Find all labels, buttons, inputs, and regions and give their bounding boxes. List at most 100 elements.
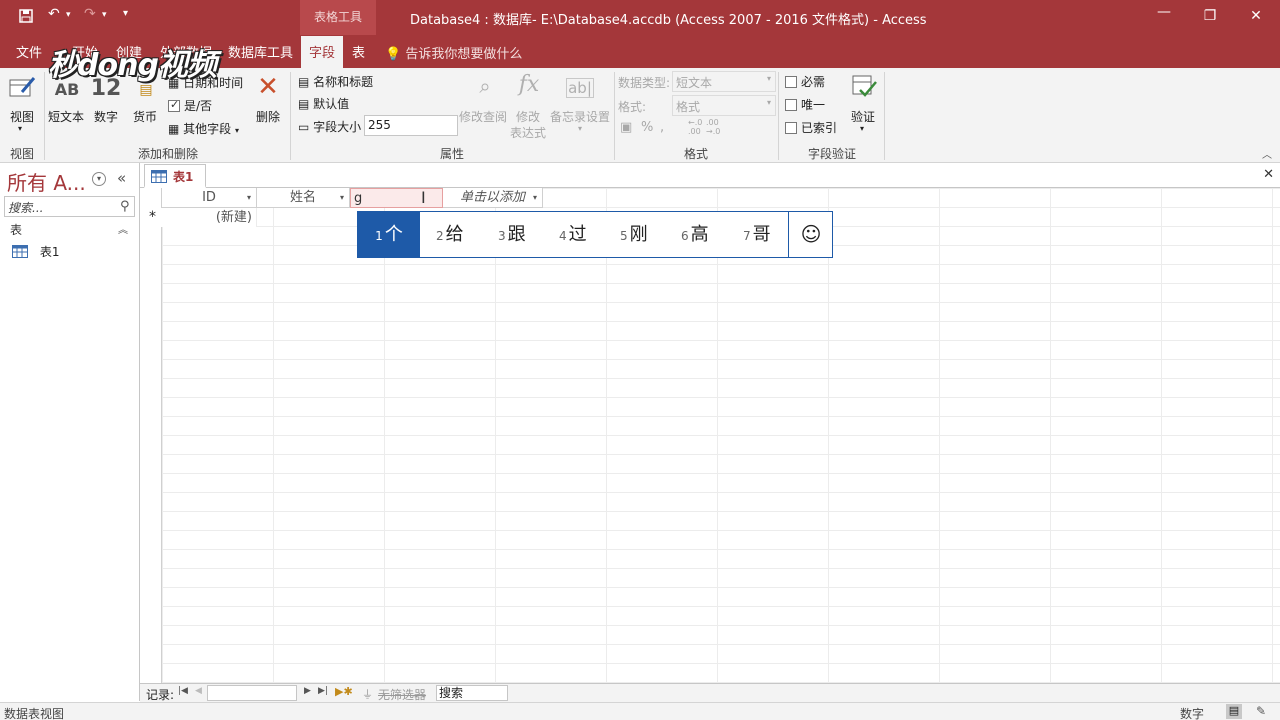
yesno-button[interactable]: 是/否 [168, 97, 212, 114]
nav-section-tables[interactable]: 表 [10, 221, 22, 238]
validation-icon[interactable] [850, 72, 878, 106]
new-record-icon[interactable]: ▶✱ [335, 685, 353, 698]
short-text-button[interactable]: 短文本 [48, 108, 84, 125]
candidate-text: 刚 [629, 224, 648, 245]
nav-item-table1[interactable]: 表1 [12, 243, 59, 261]
tab-database-tools[interactable]: 数据库工具 [228, 42, 293, 61]
restore-icon[interactable]: ❐ [1200, 8, 1220, 24]
group-separator [614, 72, 615, 160]
tell-me-label: 告诉我你想要做什么 [405, 47, 523, 62]
new-row-id-cell[interactable]: (新建) [162, 208, 257, 227]
close-icon[interactable]: ✕ [1246, 8, 1266, 24]
column-header-id[interactable]: ID ▾ [162, 188, 257, 208]
next-record-icon[interactable]: ▶ [304, 686, 311, 696]
datasheet-grid[interactable] [143, 188, 1280, 683]
table-icon [151, 170, 167, 186]
view-button[interactable]: 视图 [10, 108, 34, 125]
delete-button[interactable]: 删除 [256, 108, 280, 125]
nav-pane-title[interactable]: 所有 A... [7, 167, 86, 196]
column-header-name[interactable]: 姓名 ▾ [257, 188, 350, 208]
modify-lookups-icon: ⌕ [479, 74, 491, 98]
column-header-editing[interactable]: g I [350, 188, 443, 208]
status-bar: 数据表视图 数字 ▤ ✎ [0, 702, 1280, 720]
tab-table[interactable]: 表 [352, 42, 365, 61]
chevron-down-icon[interactable]: ▾ [66, 10, 71, 20]
minimize-icon[interactable]: — [1154, 4, 1174, 20]
format-select: 格式 ▾ [672, 95, 776, 116]
search-icon[interactable]: ⚲ [120, 199, 130, 214]
comma-icon: , [660, 120, 665, 135]
more-fields-button[interactable]: ▦ 其他字段 ▾ [168, 120, 239, 137]
data-type-select: 短文本 ▾ [672, 71, 776, 92]
collapse-pane-icon[interactable]: « [117, 169, 126, 187]
ime-candidate-2[interactable]: 2给 [436, 212, 464, 257]
candidate-text: 个 [384, 224, 403, 245]
nav-search-input[interactable]: 搜索... [4, 196, 135, 217]
view-icon[interactable] [8, 74, 36, 106]
chevron-down-icon[interactable]: ▾ [533, 188, 537, 207]
required-label: 必需 [801, 75, 826, 89]
nav-item-label: 表1 [39, 245, 60, 259]
redo-icon[interactable]: ↷ [84, 6, 96, 22]
chevron-down-icon[interactable]: ▾ [860, 124, 864, 133]
unique-checkbox[interactable]: 唯一 [785, 96, 825, 113]
chevron-down-icon[interactable]: ▾ [18, 124, 22, 133]
ime-candidate-3[interactable]: 3跟 [498, 212, 526, 257]
memo-settings-icon: ab| [566, 78, 594, 98]
field-size-label: ▭ 字段大小 [298, 118, 361, 135]
close-icon[interactable]: ✕ [1263, 167, 1274, 182]
first-record-icon[interactable]: |◀ [178, 686, 188, 696]
field-size-input[interactable]: 255 [364, 115, 458, 136]
window-title: Database4 : 数据库- E:\Database4.accdb (Acc… [410, 13, 927, 28]
chevron-down-icon[interactable]: ▾ [102, 10, 107, 20]
name-caption-button[interactable]: ▤ 名称和标题 [298, 73, 373, 90]
last-record-icon[interactable]: ▶| [318, 686, 328, 696]
data-type-value: 短文本 [676, 76, 713, 90]
table-icon [12, 245, 32, 261]
delete-icon[interactable]: ✕ [256, 72, 280, 102]
required-checkbox[interactable]: 必需 [785, 73, 825, 90]
emoji-icon[interactable]: ☺ [789, 212, 833, 257]
number-button[interactable]: 数字 [94, 108, 118, 125]
more-fields-label: 其他字段 [183, 122, 232, 136]
function-icon: fx [518, 72, 540, 97]
no-filter-label[interactable]: 无筛选器 [378, 686, 426, 703]
save-icon[interactable] [18, 8, 34, 28]
section-collapse-icon[interactable]: ︽ [118, 221, 128, 236]
customize-qat-icon[interactable]: ▾ [123, 8, 128, 19]
ime-candidate-1[interactable]: 1个 [358, 212, 420, 257]
prev-record-icon: ◀ [195, 686, 202, 696]
validation-button[interactable]: 验证 [851, 108, 875, 125]
undo-icon[interactable]: ↶ [48, 6, 60, 22]
increase-decimals-icon: ←.0.00 [688, 118, 703, 136]
currency-icon[interactable]: ▤ [136, 82, 156, 98]
design-view-icon[interactable]: ✎ [1256, 704, 1266, 718]
ime-candidate-6[interactable]: 6高 [681, 212, 709, 257]
doc-tab-table1[interactable]: 表1 [144, 164, 206, 188]
candidate-text: 给 [445, 224, 464, 245]
collapse-ribbon-icon[interactable]: ︿ [1262, 146, 1272, 161]
tab-fields-active[interactable]: 字段 [301, 36, 343, 68]
column-header-label: 姓名 [289, 190, 316, 205]
record-label: 记录: [146, 688, 175, 702]
tab-fields[interactable]: 字段 [309, 42, 335, 61]
currency-button[interactable]: 货币 [133, 108, 157, 125]
tell-me-search[interactable]: 💡 告诉我你想要做什么 [385, 43, 522, 62]
ime-candidate-5[interactable]: 5刚 [620, 212, 648, 257]
datasheet-view-icon[interactable]: ▤ [1226, 704, 1242, 719]
data-type-label: 数据类型: [618, 76, 671, 90]
yesno-label: 是/否 [184, 99, 213, 113]
chevron-down-icon[interactable]: ▾ [247, 188, 251, 207]
tab-file[interactable]: 文件 [16, 42, 42, 61]
checkbox-icon [785, 76, 797, 88]
indexed-checkbox[interactable]: 已索引 [785, 119, 837, 136]
nav-menu-icon[interactable]: ▾ [92, 172, 106, 186]
chevron-down-icon[interactable]: ▾ [340, 188, 344, 207]
ime-candidate-4[interactable]: 4过 [559, 212, 587, 257]
column-header-click-to-add[interactable]: 单击以添加 ▾ [443, 188, 543, 208]
record-number-input[interactable] [207, 685, 297, 701]
record-search-input[interactable]: 搜索 [436, 685, 508, 701]
default-value-button[interactable]: ▤ 默认值 [298, 95, 349, 112]
status-view-text: 数据表视图 [4, 707, 65, 720]
ime-candidate-7[interactable]: 7哥 [743, 212, 771, 257]
